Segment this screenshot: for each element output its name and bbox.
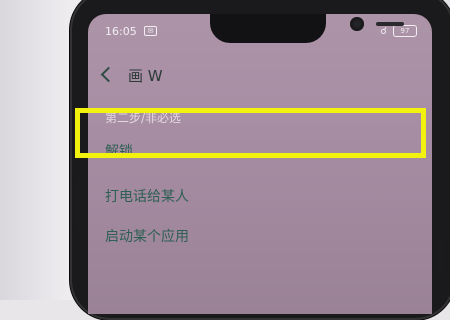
back-icon[interactable] — [100, 66, 117, 83]
front-camera — [350, 17, 364, 31]
earpiece-speaker — [376, 22, 404, 26]
wifi-icon: ☌ — [380, 25, 387, 37]
list-item-open-app[interactable]: 启动某个应用 — [88, 217, 432, 253]
title-bar: 画 W — [88, 62, 432, 88]
list-item-call-someone[interactable]: 打电话给某人 — [88, 177, 432, 213]
status-right: ☌ 97 — [380, 25, 417, 37]
side-button — [76, 178, 80, 230]
notch — [210, 14, 404, 43]
page-title: 画 W — [128, 67, 163, 85]
highlight-box — [75, 108, 426, 158]
list-item-label: 打电话给某人 — [105, 189, 189, 205]
phone-screen: 16:05 ✉ ☌ 97 画 W 第二步/非必选 解锁 打电话给某人 启动某个应… — [88, 14, 432, 314]
battery-icon: 97 — [393, 25, 417, 37]
status-time: 16:05 — [105, 25, 137, 38]
side-button — [438, 236, 442, 276]
list-item-label: 启动某个应用 — [105, 229, 189, 245]
mail-icon: ✉ — [144, 26, 157, 36]
